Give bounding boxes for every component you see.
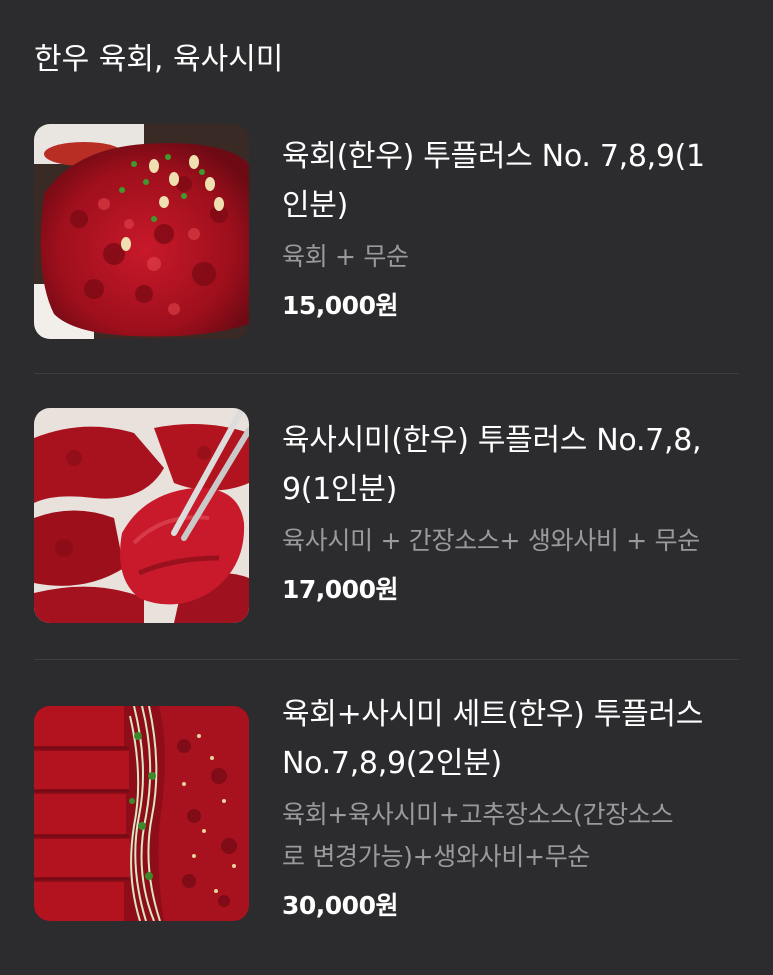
menu-item-description-line: 육사시미 + 간장소스+ 생와사비 + 무순: [282, 526, 700, 555]
menu-item-set[interactable]: 육회+사시미 세트(한우) 투플러스 No.7,8,9(2인분) 육회+육사시미…: [34, 660, 739, 960]
menu-item-name-line: No.7,8,9(2인분): [282, 746, 502, 781]
menu-section: 한우 육회, 육사시미 육회(한우) 투플러스 No. 7,8,9(1 인분) …: [0, 0, 773, 975]
raw-beef-sashimi-photo: [34, 408, 249, 623]
menu-item-description-line: 육회 + 무순: [282, 242, 409, 271]
menu-item-description: 육회+육사시미+고추장소스(간장소스 로 변경가능)+생와사비+무순: [282, 794, 742, 878]
menu-item-price: 17,000원: [282, 575, 398, 604]
menu-item-name-line: 육회(한우) 투플러스 No. 7,8,9(1: [282, 139, 705, 174]
menu-item-name: 육회(한우) 투플러스 No. 7,8,9(1 인분): [282, 132, 742, 230]
menu-item-yuk-sashimi[interactable]: 육사시미(한우) 투플러스 No.7,8, 9(1인분) 육사시미 + 간장소스…: [34, 374, 739, 658]
section-title: 한우 육회, 육사시미: [34, 42, 284, 77]
menu-item-description: 육사시미 + 간장소스+ 생와사비 + 무순: [282, 520, 742, 562]
menu-item-yukhoe[interactable]: 육회(한우) 투플러스 No. 7,8,9(1 인분) 육회 + 무순 15,0…: [34, 122, 739, 372]
menu-item-name-line: 육회+사시미 세트(한우) 투플러스: [282, 697, 704, 732]
menu-item-info: 육회+사시미 세트(한우) 투플러스 No.7,8,9(2인분) 육회+육사시미…: [282, 690, 742, 926]
menu-item-info: 육사시미(한우) 투플러스 No.7,8, 9(1인분) 육사시미 + 간장소스…: [282, 416, 742, 610]
menu-item-description-line: 육회+육사시미+고추장소스(간장소스: [282, 800, 674, 829]
menu-item-price: 30,000원: [282, 891, 398, 920]
menu-item-description: 육회 + 무순: [282, 236, 742, 278]
menu-item-name-line: 인분): [282, 188, 349, 223]
menu-item-name-line: 육사시미(한우) 투플러스 No.7,8,: [282, 423, 702, 458]
menu-item-name: 육회+사시미 세트(한우) 투플러스 No.7,8,9(2인분): [282, 690, 742, 788]
menu-item-price: 15,000원: [282, 291, 398, 320]
menu-item-description-line: 로 변경가능)+생와사비+무순: [282, 842, 591, 871]
menu-item-name-line: 9(1인분): [282, 472, 397, 507]
yukhoe-photo: [34, 124, 249, 339]
menu-item-name: 육사시미(한우) 투플러스 No.7,8, 9(1인분): [282, 416, 742, 514]
menu-item-info: 육회(한우) 투플러스 No. 7,8,9(1 인분) 육회 + 무순 15,0…: [282, 132, 742, 326]
yukhoe-sashimi-set-photo: [34, 706, 249, 921]
